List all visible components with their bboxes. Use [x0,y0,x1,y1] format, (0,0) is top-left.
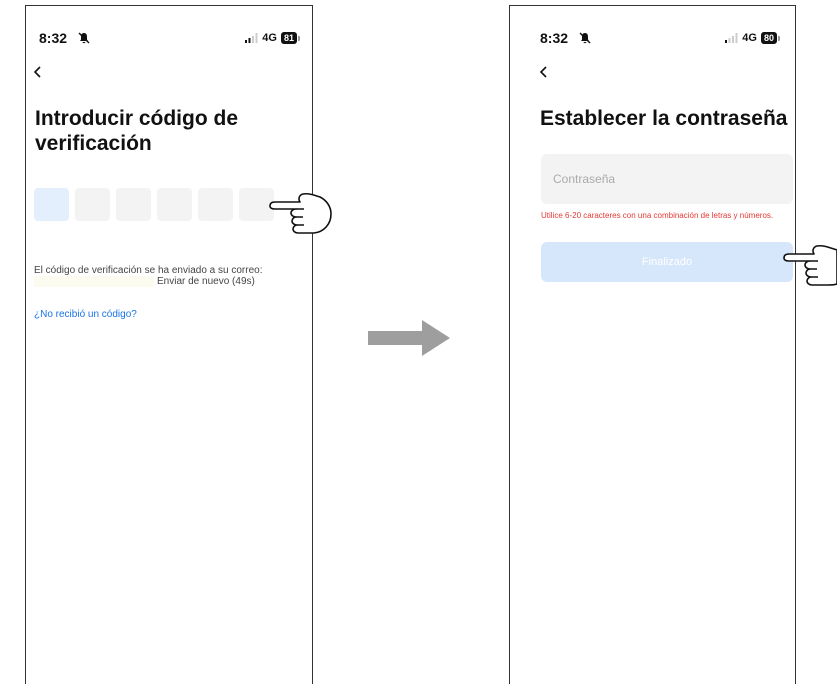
pointing-hand-icon [269,192,332,234]
back-arrow-icon[interactable] [32,65,44,79]
battery-tip [778,35,780,41]
pointing-hand-icon [783,244,837,286]
battery-icon: 80 [760,32,777,44]
status-bar: 8:32 4G 81 [26,30,312,50]
status-right: 4G 80 [725,30,780,46]
password-field[interactable] [541,154,793,204]
resend-button[interactable]: Enviar de nuevo (49s) [157,276,255,287]
network-type: 4G [262,32,277,44]
code-sent-info: El código de verificación se ha enviado … [34,265,263,276]
set-password-screen: 8:32 4G 80 Establecer la contraseña Util… [509,5,796,684]
bell-off-icon [579,32,591,44]
finish-button[interactable]: Finalizado [541,242,793,282]
code-digit-1[interactable] [34,188,69,221]
status-time: 8:32 [39,30,68,46]
battery-icon: 81 [280,32,297,44]
verification-code-input[interactable] [34,188,274,221]
code-digit-2[interactable] [75,188,110,221]
status-right: 4G 81 [245,30,300,46]
code-digit-3[interactable] [116,188,151,221]
right-arrow-icon [368,320,450,356]
code-digit-5[interactable] [198,188,233,221]
status-time: 8:32 [540,30,569,46]
signal-icon [725,33,738,43]
code-digit-4[interactable] [157,188,192,221]
bell-off-icon [78,32,90,44]
page-title: Introducir código de verificación [35,107,238,155]
page-title: Establecer la contraseña [540,107,788,130]
battery-tip [298,35,300,41]
network-type: 4G [742,32,757,44]
verification-screen: 8:32 4G 81 Introducir código de verifica… [25,5,313,684]
signal-icon [245,33,258,43]
status-bar: 8:32 4G 80 [510,30,795,50]
email-redacted [34,276,154,287]
back-arrow-icon[interactable] [538,65,550,79]
password-hint: Utilice 6-20 caracteres con una combinac… [541,211,774,220]
no-code-link[interactable]: ¿No recibió un código? [34,309,137,320]
